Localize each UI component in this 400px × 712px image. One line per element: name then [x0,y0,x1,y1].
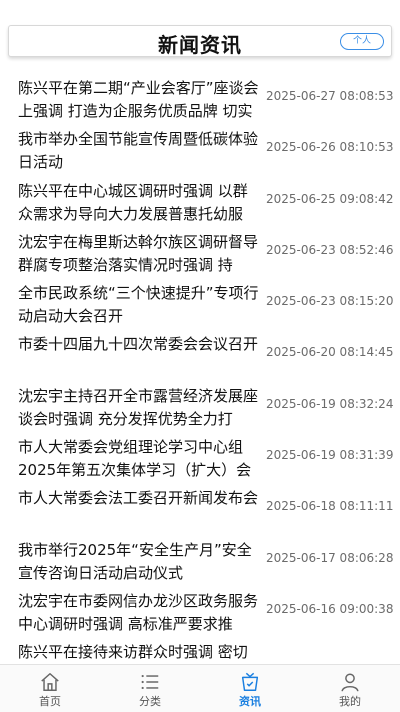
app-screen: 新闻资讯 个人 陈兴平在第二期“产业会客厅”座谈会上强调 打造为企服务优质品牌 … [0,0,400,712]
news-time: 2025-06-17 08:06:28 [266,550,394,565]
tab-category[interactable]: 分类 [100,665,200,712]
header-bar: 新闻资讯 个人 [8,25,392,57]
news-time: 2025-06-25 09:08:42 [266,191,394,206]
news-item[interactable]: 陈兴平在第二期“产业会客厅”座谈会上强调 打造为企服务优质品牌 切实 2025-… [0,75,400,126]
page-title: 新闻资讯 [158,33,242,57]
news-title: 沈宏宇主持召开全市露营经济发展座谈会时强调 充分发挥优势全力打 [18,386,259,428]
news-title: 沈宏宇在市委网信办龙沙区政务服务中心调研时强调 高标准严要求推 [18,591,259,633]
news-item[interactable]: 陈兴平在接待来访群众时强调 密切 [0,639,400,665]
news-item[interactable]: 沈宏宇主持召开全市露营经济发展座谈会时强调 充分发挥优势全力打 2025-06-… [0,383,400,434]
news-title: 市人大常委会党组理论学习中心组2025年第五次集体学习（扩大）会 [18,438,252,480]
news-title: 陈兴平在接待来访群众时强调 密切 [18,643,248,662]
news-time: 2025-06-23 08:15:20 [266,294,394,309]
home-icon [41,673,59,691]
news-item[interactable]: 市人大常委会党组理论学习中心组2025年第五次集体学习（扩大）会 2025-06… [0,434,400,485]
news-title: 我市举办全国节能宣传周暨低碳体验日活动 [18,130,259,172]
news-time: 2025-06-19 08:31:39 [266,448,394,463]
news-title: 沈宏宇在梅里斯达斡尔族区调研督导群腐专项整治落实情况时强调 持 [18,232,259,274]
news-item[interactable]: 我市举行2025年“安全生产月”安全宣传咨询日活动启动仪式 2025-06-17… [0,537,400,588]
tab-mine[interactable]: 我的 [300,665,400,712]
user-icon [341,673,359,692]
tab-news[interactable]: 资讯 [200,665,300,712]
news-item[interactable]: 沈宏宇在梅里斯达斡尔族区调研督导群腐专项整治落实情况时强调 持 2025-06-… [0,229,400,280]
news-time: 2025-06-16 09:00:38 [266,601,394,616]
tab-label: 资讯 [239,695,261,708]
bottom-tab-bar: 首页 分类 资讯 我的 [0,664,400,712]
news-time: 2025-06-26 08:10:53 [266,140,394,155]
news-time: 2025-06-19 08:32:24 [266,396,394,411]
news-list: 陈兴平在第二期“产业会客厅”座谈会上强调 打造为企服务优质品牌 切实 2025-… [0,75,400,665]
news-time: 2025-06-20 08:14:45 [266,345,394,360]
news-title: 陈兴平在中心城区调研时强调 以群众需求为导向大力发展普惠托幼服 [18,181,248,223]
news-item[interactable]: 市委十四届九十四次常委会会议召开 2025-06-20 08:14:45 [0,331,400,382]
tab-label: 首页 [39,695,61,708]
news-time: 2025-06-23 08:52:46 [266,242,394,257]
news-title: 我市举行2025年“安全生产月”安全宣传咨询日活动启动仪式 [18,540,252,582]
tab-home[interactable]: 首页 [0,665,100,712]
news-title: 全市民政系统“三个快速提升”专项行动启动大会召开 [18,284,259,326]
news-time: 2025-06-18 08:11:11 [266,499,394,514]
news-item[interactable]: 陈兴平在中心城区调研时强调 以群众需求为导向大力发展普惠托幼服 2025-06-… [0,178,400,229]
news-item[interactable]: 我市举办全国节能宣传周暨低碳体验日活动 2025-06-26 08:10:53 [0,126,400,177]
news-icon [241,672,259,691]
news-title: 市人大常委会法工委召开新闻发布会 [18,489,259,508]
news-item[interactable]: 全市民政系统“三个快速提升”专项行动启动大会召开 2025-06-23 08:1… [0,280,400,331]
news-title: 陈兴平在第二期“产业会客厅”座谈会上强调 打造为企服务优质品牌 切实 [18,79,259,120]
tab-label: 分类 [139,695,161,708]
list-icon [141,674,159,690]
tab-label: 我的 [339,695,361,708]
news-title: 市委十四届九十四次常委会会议召开 [18,335,259,354]
news-item[interactable]: 沈宏宇在市委网信办龙沙区政务服务中心调研时强调 高标准严要求推 2025-06-… [0,588,400,639]
news-time: 2025-06-27 08:08:53 [266,89,394,103]
personal-button[interactable]: 个人 [340,33,384,50]
news-item[interactable]: 市人大常委会法工委召开新闻发布会 2025-06-18 08:11:11 [0,485,400,536]
